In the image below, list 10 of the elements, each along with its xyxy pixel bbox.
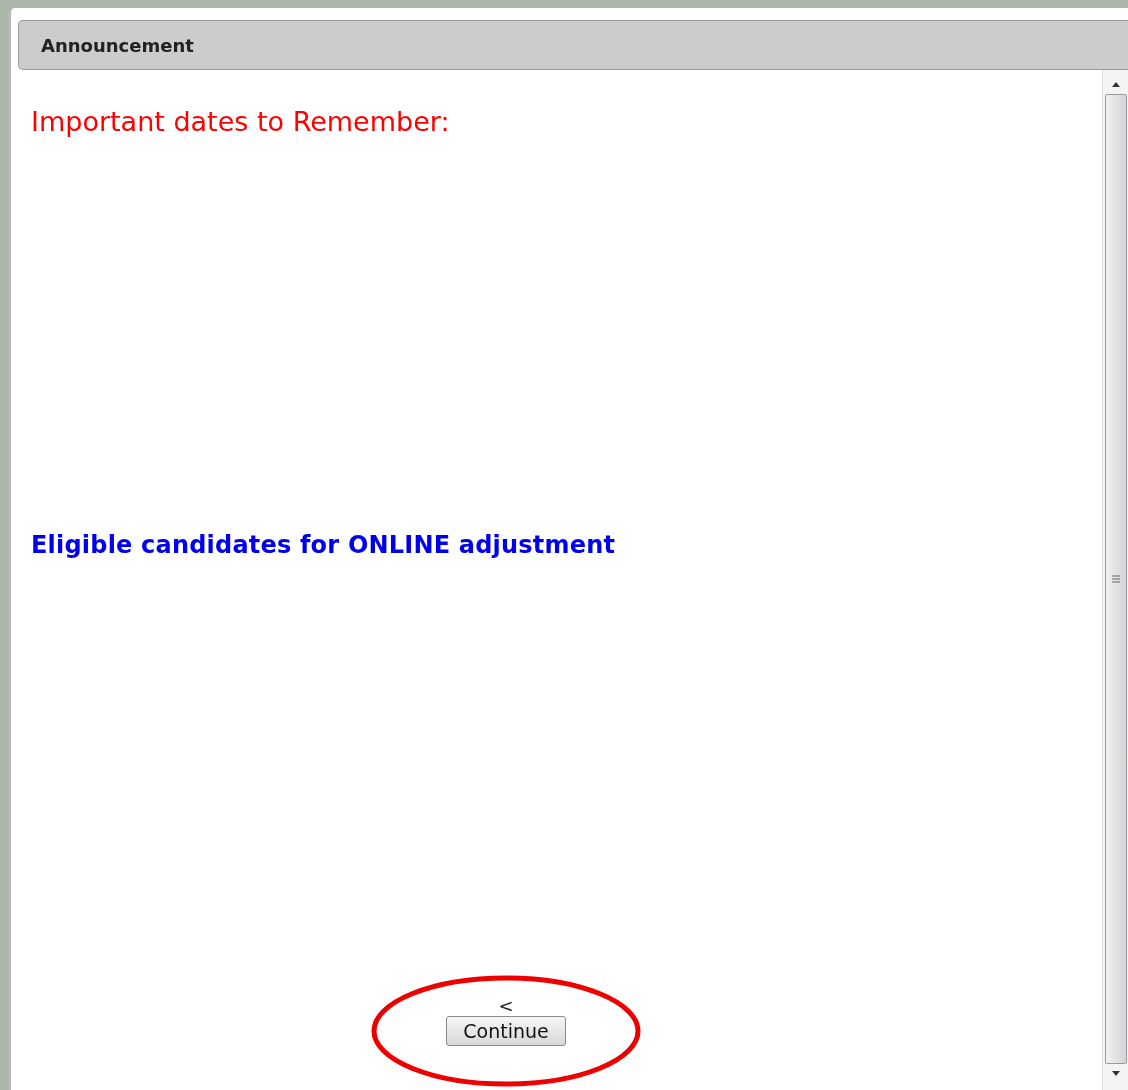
grip-icon bbox=[1110, 574, 1121, 584]
announcement-subheading: Eligible candidates for ONLINE adjustment bbox=[31, 531, 617, 559]
scroll-down-icon[interactable] bbox=[1110, 1070, 1121, 1078]
continue-button[interactable]: Continue bbox=[446, 1016, 566, 1046]
scroll-thumb[interactable] bbox=[1104, 94, 1127, 1064]
scrollbar[interactable] bbox=[1102, 70, 1128, 1090]
dialog-title: Announcement bbox=[41, 34, 194, 56]
announcement-heading: Important dates to Remember: bbox=[31, 106, 451, 137]
marker-text: < bbox=[498, 996, 514, 1016]
scroll-up-icon[interactable] bbox=[1110, 80, 1121, 88]
